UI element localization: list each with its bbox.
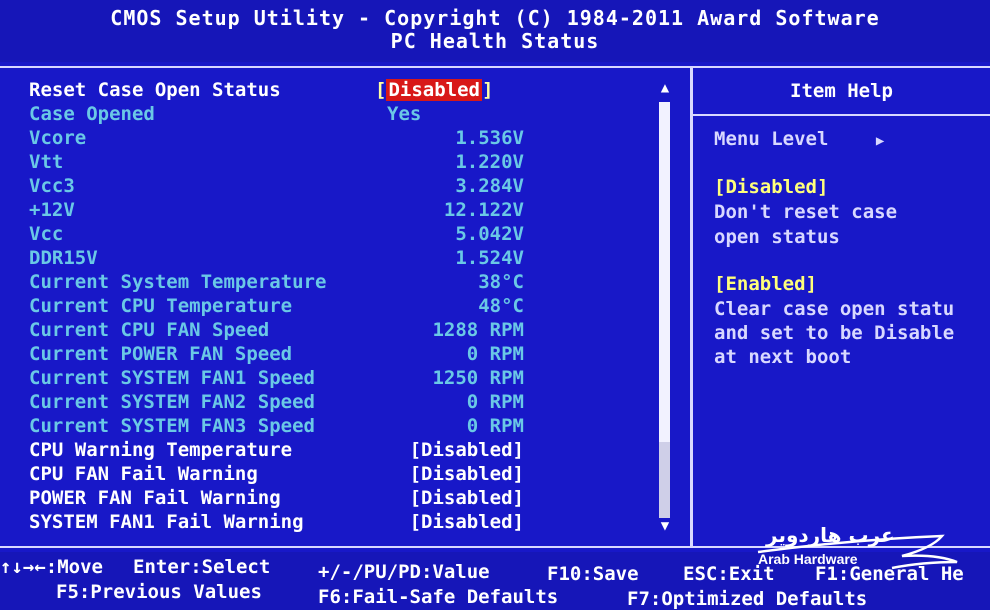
setting-row[interactable]: SYSTEM FAN1 Fail Warning [Disabled] bbox=[29, 511, 679, 535]
setting-value: 1288 RPM bbox=[432, 319, 524, 341]
setting-row: Current SYSTEM FAN1 Speed 1250 RPM bbox=[29, 367, 679, 391]
scroll-down-arrow-icon[interactable]: ▼ bbox=[655, 518, 675, 534]
setting-label: Vcore bbox=[29, 127, 87, 149]
setting-label: Current POWER FAN Speed bbox=[29, 343, 293, 365]
panel-divider bbox=[690, 66, 693, 546]
setting-value: Yes bbox=[387, 103, 422, 125]
setting-label: Vtt bbox=[29, 151, 64, 173]
setting-value[interactable]: [Disabled] bbox=[369, 511, 524, 533]
setting-label: Vcc3 bbox=[29, 175, 75, 197]
page-title: PC Health Status bbox=[390, 29, 600, 53]
setting-label: POWER FAN Fail Warning bbox=[29, 487, 281, 509]
utility-title: CMOS Setup Utility - Copyright (C) 1984-… bbox=[110, 6, 880, 30]
help-separator bbox=[693, 114, 990, 116]
bracket-left: [ bbox=[375, 79, 387, 101]
footer-failsafe-defaults: F6:Fail-Safe Defaults bbox=[318, 586, 559, 608]
setting-label: Case Opened bbox=[29, 103, 155, 125]
footer-optimized-defaults: F7:Optimized Defaults bbox=[627, 588, 868, 610]
setting-row: Current POWER FAN Speed 0 RPM bbox=[29, 343, 679, 367]
setting-row[interactable]: POWER FAN Fail Warning [Disabled] bbox=[29, 487, 679, 511]
setting-value: 1250 RPM bbox=[432, 367, 524, 389]
setting-row[interactable]: CPU FAN Fail Warning [Disabled] bbox=[29, 463, 679, 487]
setting-row: Current CPU FAN Speed 1288 RPM bbox=[29, 319, 679, 343]
setting-value: 0 RPM bbox=[466, 343, 524, 365]
menu-level-label: Menu Level bbox=[714, 128, 829, 150]
logo-latin-text: Arab Hardware bbox=[758, 551, 858, 567]
footer-move: ↑↓→←:Move bbox=[0, 556, 103, 578]
setting-label: SYSTEM FAN1 Fail Warning bbox=[29, 511, 304, 533]
item-help-title: Item Help bbox=[790, 80, 893, 102]
arab-hardware-logo: عرب هاردوير Arab Hardware bbox=[752, 518, 962, 576]
setting-row: Vtt 1.220V bbox=[29, 151, 679, 175]
setting-row[interactable]: CPU Warning Temperature [Disabled] bbox=[29, 439, 679, 463]
setting-value: 48°C bbox=[478, 295, 524, 317]
setting-row[interactable]: Reset Case Open Status [Disabled] bbox=[29, 79, 679, 103]
setting-row: Vcc3 3.284V bbox=[29, 175, 679, 199]
setting-value: 38°C bbox=[478, 271, 524, 293]
setting-row: Current SYSTEM FAN2 Speed 0 RPM bbox=[29, 391, 679, 415]
menu-level: Menu Level ▶ bbox=[714, 128, 884, 150]
setting-label: Current SYSTEM FAN2 Speed bbox=[29, 391, 315, 413]
help-description-line: and set to be Disable bbox=[714, 322, 955, 344]
logo-swoosh-icon: عرب هاردوير Arab Hardware bbox=[757, 523, 958, 570]
footer-select: Enter:Select bbox=[133, 556, 271, 578]
setting-label: Current CPU FAN Speed bbox=[29, 319, 270, 341]
setting-label: Current CPU Temperature bbox=[29, 295, 293, 317]
footer-save: F10:Save bbox=[547, 563, 639, 585]
setting-value[interactable]: [Disabled] bbox=[369, 463, 524, 485]
footer-value: +/-/PU/PD:Value bbox=[318, 561, 490, 583]
selected-value[interactable]: Disabled bbox=[386, 79, 482, 101]
setting-value: 0 RPM bbox=[466, 415, 524, 437]
setting-value[interactable]: [Disabled] bbox=[369, 487, 524, 509]
setting-row: Current System Temperature 38°C bbox=[29, 271, 679, 295]
setting-value: 1.220V bbox=[455, 151, 524, 173]
setting-value[interactable]: [Disabled] bbox=[369, 439, 524, 461]
scrollbar[interactable]: ▲ ▼ bbox=[655, 80, 675, 535]
setting-row: DDR15V 1.524V bbox=[29, 247, 679, 271]
scroll-track[interactable] bbox=[659, 102, 670, 518]
setting-row: Current SYSTEM FAN3 Speed 0 RPM bbox=[29, 415, 679, 439]
setting-value: 5.042V bbox=[455, 223, 524, 245]
help-description-line: at next boot bbox=[714, 346, 852, 368]
setting-value[interactable]: [Disabled] bbox=[375, 79, 530, 101]
help-description-line: open status bbox=[714, 226, 840, 248]
setting-label: DDR15V bbox=[29, 247, 98, 269]
setting-value: 1.524V bbox=[455, 247, 524, 269]
setting-label: Current System Temperature bbox=[29, 271, 327, 293]
setting-label: Reset Case Open Status bbox=[29, 79, 281, 101]
logo-arabic-text: عرب هاردوير bbox=[765, 523, 895, 547]
header-bar: CMOS Setup Utility - Copyright (C) 1984-… bbox=[0, 0, 990, 62]
bracket-right: ] bbox=[481, 79, 494, 101]
setting-label: Current SYSTEM FAN1 Speed bbox=[29, 367, 315, 389]
setting-value: 12.122V bbox=[443, 199, 524, 221]
setting-label: Vcc bbox=[29, 223, 64, 245]
help-description-line: Clear case open statu bbox=[714, 298, 955, 320]
footer-previous-values: F5:Previous Values bbox=[56, 581, 262, 603]
setting-row: Case Opened Yes bbox=[29, 103, 679, 127]
setting-row: +12V 12.122V bbox=[29, 199, 679, 223]
menu-level-arrow-icon: ▶ bbox=[875, 133, 885, 149]
setting-row: Vcc 5.042V bbox=[29, 223, 679, 247]
scroll-up-arrow-icon[interactable]: ▲ bbox=[655, 80, 675, 96]
setting-row: Vcore 1.536V bbox=[29, 127, 679, 151]
setting-value: 1.536V bbox=[455, 127, 524, 149]
help-option-heading: [Disabled] bbox=[714, 176, 829, 198]
setting-label: +12V bbox=[29, 199, 75, 221]
setting-label: CPU Warning Temperature bbox=[29, 439, 293, 461]
setting-label: Current SYSTEM FAN3 Speed bbox=[29, 415, 315, 437]
setting-value: 3.284V bbox=[455, 175, 524, 197]
setting-row: Current CPU Temperature 48°C bbox=[29, 295, 679, 319]
setting-value: 0 RPM bbox=[466, 391, 524, 413]
setting-label: CPU FAN Fail Warning bbox=[29, 463, 258, 485]
help-option-heading: [Enabled] bbox=[714, 273, 817, 295]
help-description-line: Don't reset case bbox=[714, 201, 898, 223]
scroll-thumb[interactable] bbox=[659, 102, 670, 442]
